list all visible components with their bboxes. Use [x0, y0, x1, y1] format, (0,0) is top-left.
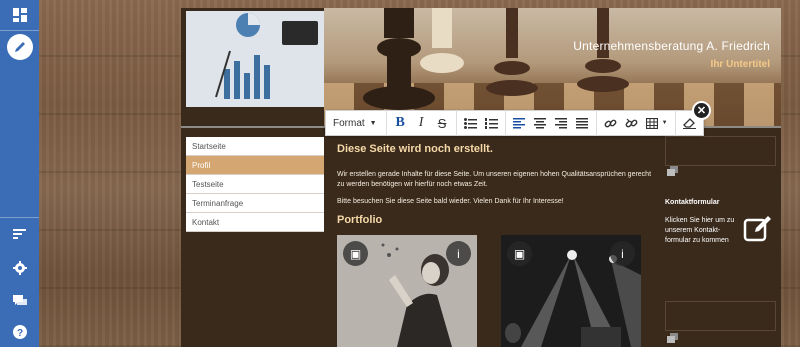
rail-divider [0, 217, 39, 218]
align-right-icon [555, 117, 568, 128]
justify-button[interactable] [572, 112, 593, 134]
help-icon: ? [12, 325, 27, 339]
italic-icon: I [418, 115, 424, 130]
nav-item-terminanfrage[interactable]: Terminanfrage [186, 194, 324, 213]
unlink-button[interactable] [621, 112, 642, 134]
nav-item-testseite[interactable]: Testseite [186, 175, 324, 194]
portfolio-heading[interactable]: Portfolio [337, 214, 657, 226]
italic-button[interactable]: I [411, 112, 432, 134]
main-content[interactable]: Diese Seite wird noch erstellt. Wir erst… [337, 143, 657, 226]
text-style-group: B I S [387, 110, 457, 136]
header-chart-image [186, 11, 324, 107]
format-dropdown[interactable]: Format ▼ [326, 110, 387, 136]
text-editor-toolbar: Format ▼ B I S ▼ [325, 110, 704, 136]
align-center-icon [534, 117, 547, 128]
content-paragraph[interactable]: Bitte besuchen Sie diese Seite bald wied… [337, 197, 657, 207]
info-icon[interactable]: i [610, 241, 635, 266]
svg-text:?: ? [16, 328, 22, 339]
alignment-group [506, 110, 597, 136]
site-title[interactable]: Unternehmensberatung A. Friedrich [573, 39, 770, 53]
help-button[interactable]: ? [0, 317, 39, 347]
image-gallery-icon[interactable]: ▣ [343, 241, 368, 266]
align-left-button[interactable] [509, 112, 530, 134]
numbered-list-button[interactable] [481, 112, 502, 134]
edit-button[interactable] [0, 32, 39, 62]
align-left-icon [513, 117, 526, 128]
chat-button[interactable] [0, 286, 39, 316]
stack-icon [667, 166, 678, 176]
caret-down-icon: ▼ [369, 119, 377, 127]
page-heading[interactable]: Diese Seite wird noch erstellt. [337, 143, 657, 155]
sidebar-widget-placeholder[interactable] [665, 136, 776, 166]
insert-group: ▼ [597, 110, 676, 136]
edit-button-active-circle [6, 34, 33, 60]
sort-icon [12, 229, 26, 239]
contact-form-title[interactable]: Kontaktformular [665, 199, 719, 206]
portfolio-image-woman[interactable]: ▣ i [337, 235, 477, 347]
image-gallery-icon[interactable]: ▣ [507, 241, 532, 266]
chat-icon [12, 295, 27, 305]
sort-button[interactable] [0, 219, 39, 249]
format-dropdown-label: Format [333, 117, 365, 129]
right-sidebar: Kontaktformular Klicken Sie hier um zu u… [665, 128, 776, 347]
list-group [457, 110, 506, 136]
portfolio-image-concert[interactable]: ▣ i [501, 235, 641, 347]
website-preview: Unternehmensberatung A. Friedrich Ihr Un… [181, 8, 781, 347]
nav-item-profil[interactable]: Profil [186, 156, 324, 175]
table-icon [645, 117, 658, 129]
bullet-list-icon [463, 117, 477, 129]
align-center-button[interactable] [530, 112, 551, 134]
editor-rail: ? [0, 0, 39, 347]
sidebar-widget-placeholder[interactable] [665, 301, 776, 331]
close-toolbar-button[interactable]: ✕ [692, 101, 711, 120]
info-icon[interactable]: i [446, 241, 471, 266]
contact-form-edit-icon[interactable] [743, 215, 773, 243]
bold-icon: B [395, 115, 405, 130]
numbered-list-icon [484, 117, 498, 129]
link-button[interactable] [600, 112, 621, 134]
content-paragraph[interactable]: Wir erstellen gerade Inhalte für diese S… [337, 170, 657, 190]
strikethrough-button[interactable]: S [432, 112, 453, 134]
nav-item-startseite[interactable]: Startseite [186, 137, 324, 156]
nav-item-kontakt[interactable]: Kontakt [186, 213, 324, 232]
align-right-button[interactable] [551, 112, 572, 134]
link-icon [604, 119, 617, 127]
site-subtitle[interactable]: Ihr Untertitel [711, 59, 770, 70]
justify-icon [576, 117, 589, 128]
settings-icon [12, 261, 27, 275]
site-navigation: Startseite Profil Testseite Terminanfrag… [186, 137, 324, 232]
table-button[interactable]: ▼ [642, 112, 672, 134]
strikethrough-icon: S [437, 115, 447, 131]
caret-down-icon: ▼ [661, 120, 668, 126]
close-icon: ✕ [696, 105, 707, 117]
stack-icon [667, 333, 678, 343]
bullet-list-button[interactable] [460, 112, 481, 134]
unlink-icon [625, 118, 638, 127]
edit-icon [14, 42, 25, 52]
settings-button[interactable] [0, 253, 39, 283]
dashboard-icon [12, 8, 27, 22]
contact-form-link-text[interactable]: Klicken Sie hier um zu unserem Kontakt-f… [665, 216, 743, 246]
dashboard-button[interactable] [0, 0, 39, 30]
bold-button[interactable]: B [390, 112, 411, 134]
eraser-icon [682, 118, 696, 129]
rail-divider [0, 30, 39, 31]
